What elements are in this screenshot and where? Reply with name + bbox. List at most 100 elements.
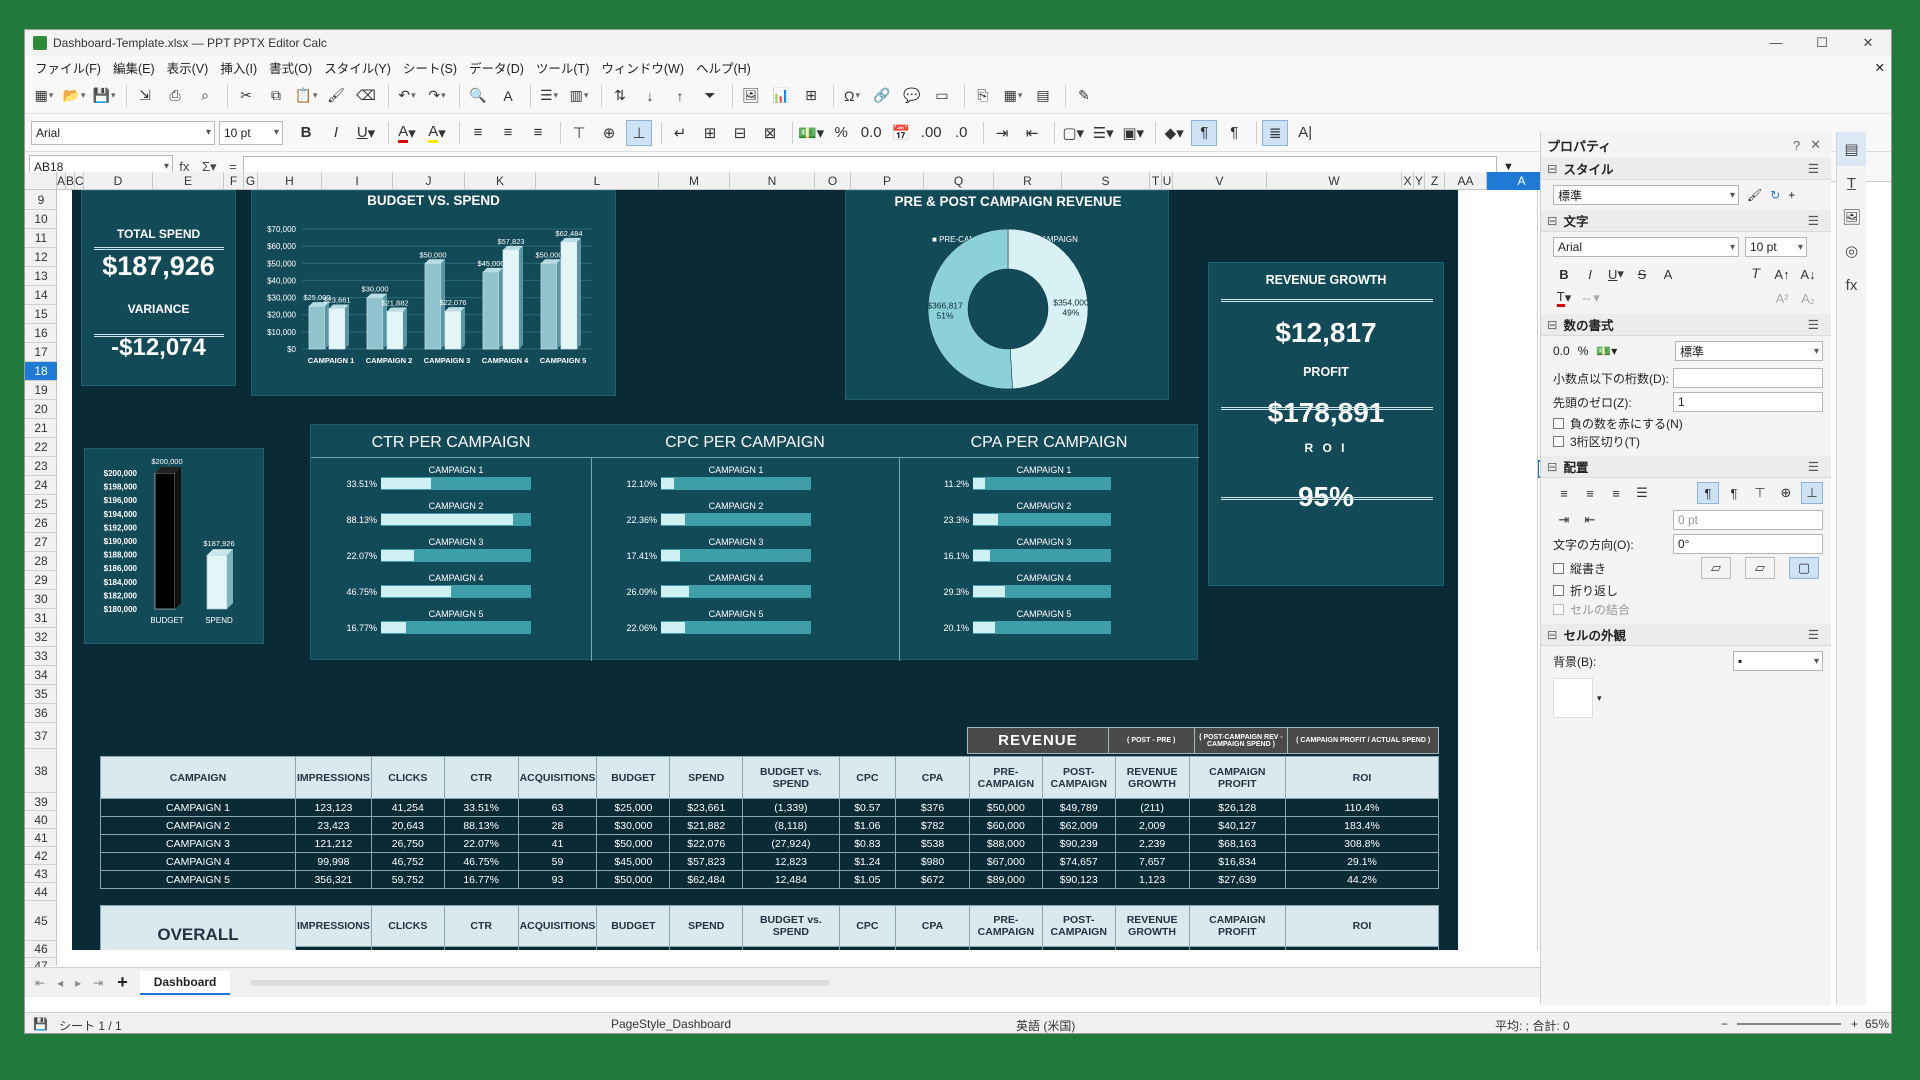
spelling-icon[interactable]: A	[495, 83, 521, 109]
table-cell[interactable]: $538	[895, 834, 970, 853]
row-header[interactable]: 33	[25, 647, 57, 666]
sidebar-size-select[interactable]: 10 pt	[1745, 237, 1807, 257]
table-cell[interactable]: 183.4%	[1284, 816, 1440, 835]
number-format-section-header[interactable]: ⊟ 数の書式 ☰	[1541, 314, 1831, 336]
overall-cell[interactable]: 95%	[1284, 946, 1440, 950]
table-cell[interactable]: $23,661	[669, 798, 744, 817]
increase-indent-icon[interactable]: ⇥	[989, 120, 1015, 146]
menu-window[interactable]: ウィンドウ(W)	[595, 58, 690, 77]
row-header[interactable]: 39	[25, 793, 57, 811]
table-cell[interactable]: 93	[517, 870, 598, 889]
new-style-icon[interactable]: +	[1788, 188, 1795, 202]
freeze-icon[interactable]: ▦	[1000, 83, 1026, 109]
row-header[interactable]: 32	[25, 628, 57, 647]
sidebar-clear-format-icon[interactable]: 𝘛	[1745, 263, 1767, 285]
row-header[interactable]: 13	[25, 267, 57, 286]
row-header[interactable]: 29	[25, 571, 57, 590]
print-icon[interactable]: ⎙	[162, 83, 188, 109]
thousands-checkbox[interactable]	[1553, 435, 1564, 447]
col-header[interactable]: F	[224, 172, 244, 190]
row-header[interactable]: 24	[25, 476, 57, 495]
expand-formula-icon[interactable]: ▼	[1503, 161, 1514, 173]
table-cell[interactable]: $50,000	[596, 834, 671, 853]
table-cell[interactable]: 20,643	[370, 816, 445, 835]
overall-cell[interactable]: (12,074)	[742, 946, 840, 950]
sidebar-shrink-font-icon[interactable]: A↓	[1797, 263, 1819, 285]
row-header[interactable]: 10	[25, 210, 57, 229]
row-header[interactable]: 34	[25, 666, 57, 685]
prev-sheet-icon[interactable]: ◂	[57, 976, 63, 990]
overall-cell[interactable]: $178,891	[1188, 946, 1286, 950]
background-color-select[interactable]: ▪	[1733, 651, 1823, 671]
row-header[interactable]: 14	[25, 286, 57, 305]
table-cell[interactable]: 22.07%	[443, 834, 519, 853]
sheet-tab-dashboard[interactable]: Dashboard	[139, 970, 231, 995]
table-cell[interactable]: $672	[895, 870, 970, 889]
table-cell[interactable]: 16.77%	[443, 870, 519, 889]
row-header[interactable]: 36	[25, 704, 57, 723]
row-header[interactable]: 41	[25, 829, 57, 847]
sidebar-percent-icon[interactable]: %	[1578, 344, 1589, 358]
indent-input[interactable]: 0 pt	[1673, 510, 1823, 530]
pivot-table-icon[interactable]: ⊞	[798, 83, 824, 109]
spreadsheet-grid[interactable]: A B C D E F G H I J K L M N O P Q R S T …	[25, 172, 1557, 967]
table-cell[interactable]: $1.06	[838, 816, 897, 835]
unmerge-cells-icon[interactable]: ⊠	[757, 120, 783, 146]
row-header[interactable]: 31	[25, 609, 57, 628]
add-sheet-icon[interactable]: +	[117, 972, 128, 993]
sidebar-font-select[interactable]: Arial	[1553, 237, 1739, 257]
col-header[interactable]: L	[536, 172, 659, 190]
table-cell[interactable]: $57,823	[669, 852, 744, 871]
copy-icon[interactable]: ⧉	[263, 83, 289, 109]
table-cell[interactable]: $89,000	[968, 870, 1043, 889]
next-sheet-icon[interactable]: ▸	[75, 976, 81, 990]
decrease-indent-icon[interactable]: ⇤	[1019, 120, 1045, 146]
sort-descending-icon[interactable]: ↑	[667, 83, 693, 109]
row-header[interactable]: 20	[25, 400, 57, 419]
add-decimal-icon[interactable]: .00	[918, 120, 944, 146]
sidebar-align-center-icon[interactable]: ≡	[1579, 482, 1601, 504]
text-orientation-horizontal-icon[interactable]: ≣	[1262, 119, 1289, 146]
date-format-icon[interactable]: 📅	[888, 120, 914, 146]
table-cell[interactable]: $45,000	[596, 852, 671, 871]
select-all[interactable]	[25, 172, 57, 190]
sidebar-justify-icon[interactable]: ☰	[1631, 482, 1653, 504]
menu-edit[interactable]: 編集(E)	[107, 58, 161, 77]
define-print-area-icon[interactable]: ⎘	[970, 83, 996, 109]
delete-decimal-icon[interactable]: .0	[948, 120, 974, 146]
row-header[interactable]: 35	[25, 685, 57, 704]
table-cell[interactable]: 110.4%	[1284, 798, 1440, 817]
col-header[interactable]: T	[1150, 172, 1162, 190]
leading-zero-input[interactable]: 1	[1673, 392, 1823, 412]
col-header[interactable]: E	[153, 172, 224, 190]
style-section-header[interactable]: ⊟ スタイル ☰	[1541, 158, 1831, 180]
table-cell[interactable]: 7,657	[1114, 852, 1190, 871]
table-cell[interactable]: $1.05	[838, 870, 897, 889]
clone-format-icon[interactable]: 🖌	[323, 83, 349, 109]
number-format-select[interactable]: 標準	[1675, 341, 1823, 361]
menu-view[interactable]: 表示(V)	[161, 58, 215, 77]
sidebar-align-left-icon[interactable]: ≡	[1553, 482, 1575, 504]
overall-cell[interactable]: 12,817	[1114, 946, 1190, 950]
hyperlink-icon[interactable]: 🔗	[869, 83, 895, 109]
table-cell[interactable]: CAMPAIGN 5	[100, 870, 296, 889]
col-header[interactable]: I	[322, 172, 393, 190]
close-document-icon[interactable]: ✕	[1869, 60, 1891, 75]
underline-icon[interactable]: U ▾	[353, 120, 379, 146]
row-header[interactable]: 47	[25, 958, 57, 967]
row-header[interactable]: 19	[25, 381, 57, 400]
overall-cell[interactable]: $3,347	[895, 946, 970, 950]
navigator-deck-icon[interactable]: ◎	[1837, 234, 1866, 268]
row-header[interactable]: 28	[25, 552, 57, 571]
cut-icon[interactable]: ✂	[233, 83, 259, 109]
table-cell[interactable]: $50,000	[596, 870, 671, 889]
comment-icon[interactable]: 💬	[899, 83, 925, 109]
table-cell[interactable]: $60,000	[968, 816, 1043, 835]
table-cell[interactable]: 59	[517, 852, 598, 871]
menu-styles[interactable]: スタイル(Y)	[318, 58, 397, 77]
row-header[interactable]: 38	[25, 749, 57, 793]
zoom-in-icon[interactable]: +	[1851, 1017, 1858, 1031]
table-cell[interactable]: CAMPAIGN 4	[100, 852, 296, 871]
font-size-select[interactable]: 10 pt	[219, 120, 283, 145]
wrap-text-icon[interactable]: ↵	[667, 120, 693, 146]
